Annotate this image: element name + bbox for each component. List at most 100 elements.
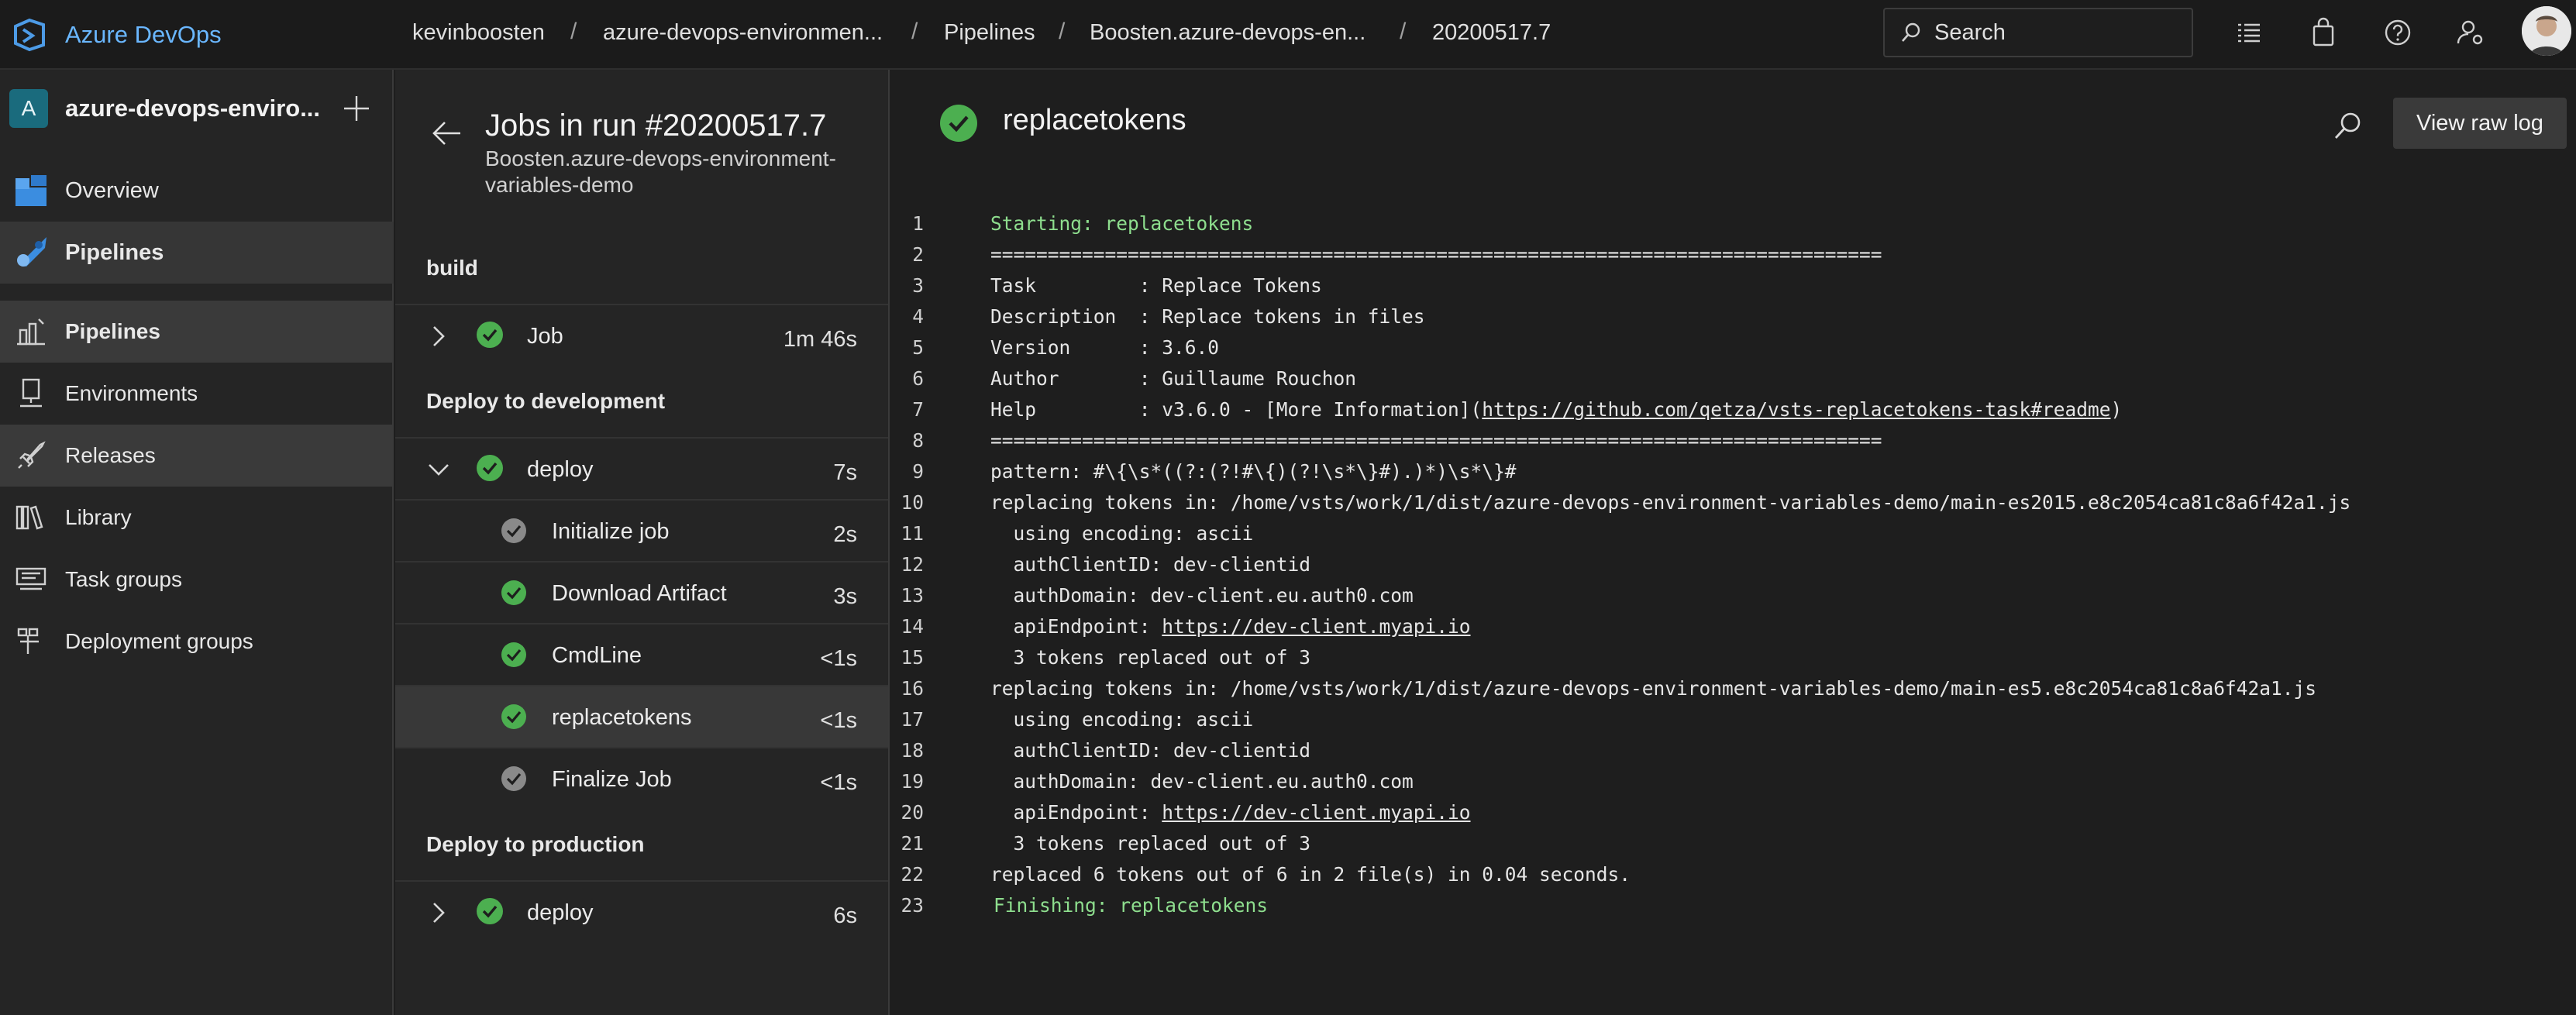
log-line-text: Author : Guillaume Rouchon: [990, 367, 1356, 390]
task-name: Initialize job: [552, 519, 670, 544]
search-box[interactable]: Search: [1883, 8, 2193, 57]
pipelines-sub-icon: [17, 318, 45, 346]
log-text: pattern: #\{\s*((?:(?!#\{)(?!\s*\}#).)*)…: [990, 460, 1517, 483]
chevron-right-icon[interactable]: [425, 899, 453, 927]
log-text: Version : 3.6.0: [990, 336, 1220, 359]
nav-environments[interactable]: Environments: [0, 363, 394, 425]
search-placeholder: Search: [1934, 19, 2006, 45]
chevron-down-icon[interactable]: [425, 456, 453, 483]
job-name: deploy: [527, 900, 594, 925]
nav-releases[interactable]: Releases: [0, 425, 394, 487]
log-panel: replacetokens View raw log 1 Starting: re…: [891, 70, 2576, 1015]
log-text: authClientID: dev-clientid: [990, 739, 1311, 762]
backlog-icon[interactable]: [2233, 17, 2264, 48]
breadcrumb-project[interactable]: azure-devops-environmen...: [603, 20, 883, 46]
library-icon: [15, 505, 43, 530]
log-line: 8 =======================================…: [891, 425, 2576, 456]
job-row-deploy-prod[interactable]: deploy 6s: [395, 880, 888, 942]
job-row-build-job[interactable]: Job 1m 46s: [395, 304, 888, 366]
breadcrumb-pipeline[interactable]: Boosten.azure-devops-en...: [1090, 20, 1365, 46]
brand[interactable]: Azure DevOps: [12, 15, 222, 54]
log-line-text: Task : Replace Tokens: [990, 274, 1322, 297]
task-row-initialize-job[interactable]: Initialize job 2s: [395, 499, 888, 561]
stage-header-production: Deploy to production: [426, 832, 645, 856]
task-duration: <1s: [820, 708, 857, 733]
log-text: using encoding: ascii: [990, 522, 1254, 545]
user-avatar-icon: [2522, 6, 2571, 56]
breadcrumb-separator: /: [911, 19, 918, 44]
log-link[interactable]: https://github.com/qetza/vsts-replacetok…: [1482, 398, 2110, 421]
breadcrumb-org[interactable]: kevinboosten: [412, 20, 545, 46]
task-name: Finalize Job: [552, 767, 672, 792]
nav-deployment-groups[interactable]: Deployment groups: [0, 611, 394, 673]
chevron-right-icon[interactable]: [425, 322, 453, 350]
overview-icon: [15, 175, 46, 206]
log-line: 9 pattern: #\{\s*((?:(?!#\{)(?!\s*\}#).)*…: [891, 456, 2576, 487]
log-line-text: using encoding: ascii: [990, 708, 1254, 731]
log-output: 1 Starting: replacetokens 2 ===============…: [891, 208, 2576, 920]
project-header[interactable]: A azure-devops-enviro...: [9, 85, 381, 132]
log-link[interactable]: https://dev-client.myapi.io: [1162, 801, 1470, 824]
breadcrumb-run[interactable]: 20200517.7: [1432, 20, 1551, 46]
success-check-icon: [501, 642, 526, 667]
log-text: Task : Replace Tokens: [990, 274, 1322, 297]
nav-label: Deployment groups: [65, 629, 253, 653]
log-line: 6 Author : Guillaume Rouchon: [891, 363, 2576, 394]
log-line-number: 15: [901, 646, 924, 669]
task-row-cmdline[interactable]: CmdLine <1s: [395, 623, 888, 685]
search-icon[interactable]: [2333, 110, 2364, 141]
log-link[interactable]: https://dev-client.myapi.io: [1162, 615, 1470, 638]
breadcrumb-pipelines[interactable]: Pipelines: [944, 20, 1035, 46]
task-row-download-artifact[interactable]: Download Artifact 3s: [395, 561, 888, 623]
nav-sub-pipelines[interactable]: Pipelines: [0, 301, 394, 363]
nav-overview[interactable]: Overview: [0, 160, 394, 222]
back-arrow-icon[interactable]: [429, 116, 463, 150]
success-check-icon: [501, 518, 526, 543]
log-line-text: authDomain: dev-client.eu.auth0.com: [990, 584, 1414, 607]
nav-pipelines[interactable]: Pipelines: [0, 222, 394, 284]
plus-icon[interactable]: [341, 93, 372, 124]
nav-label: Pipelines: [65, 239, 164, 265]
log-text: replacing tokens in: /home/vsts/work/1/d…: [990, 677, 2317, 700]
log-line-number: 5: [912, 336, 924, 359]
log-text: Description : Replace tokens in files: [990, 305, 1425, 328]
brand-name: Azure DevOps: [65, 21, 222, 48]
shopping-bag-icon[interactable]: [2308, 17, 2339, 48]
task-duration: 3s: [833, 584, 857, 609]
azure-devops-logo-icon: [14, 18, 45, 52]
log-line: 19 authDomain: dev-client.eu.auth0.com: [891, 766, 2576, 797]
log-line: 10 replacing tokens in: /home/vsts/work/1…: [891, 487, 2576, 518]
log-line-number: 21: [901, 832, 924, 855]
job-duration: 6s: [833, 903, 857, 928]
nav-library[interactable]: Library: [0, 487, 394, 549]
log-line-text: 3 tokens replaced out of 3: [990, 646, 1311, 669]
log-line-number: 9: [912, 460, 924, 483]
stage-header-build: build: [426, 256, 478, 280]
log-text: Starting: replacetokens: [990, 212, 1254, 235]
log-line-text: replacing tokens in: /home/vsts/work/1/d…: [990, 491, 2350, 514]
log-line-text: authClientID: dev-clientid: [990, 553, 1311, 576]
log-line-number: 13: [901, 584, 924, 607]
nav-task-groups[interactable]: Task groups: [0, 549, 394, 611]
job-name: Job: [527, 324, 563, 349]
top-bar: Azure DevOps kevinboosten / azure-devops…: [0, 0, 2576, 70]
stage-header-development: Deploy to development: [426, 389, 666, 413]
task-row-replacetokens[interactable]: replacetokens <1s: [395, 685, 888, 747]
jobs-subtitle: Boosten.azure-devops-environment-variabl…: [485, 146, 836, 197]
log-line: 2 =======================================…: [891, 239, 2576, 270]
breadcrumb-separator: /: [1400, 19, 1407, 44]
job-duration: 1m 46s: [783, 327, 857, 352]
task-row-finalize-job[interactable]: Finalize Job <1s: [395, 747, 888, 809]
user-settings-icon[interactable]: [2455, 17, 2486, 48]
avatar[interactable]: [2522, 6, 2571, 56]
log-text: authClientID: dev-clientid: [990, 553, 1311, 576]
job-row-deploy-dev[interactable]: deploy 7s: [395, 437, 888, 499]
view-raw-log-button[interactable]: View raw log: [2393, 98, 2567, 149]
help-icon[interactable]: [2382, 17, 2413, 48]
nav-label: Environments: [65, 381, 198, 405]
log-text: ): [2110, 398, 2123, 421]
log-line: 13 authDomain: dev-client.eu.auth0.com: [891, 580, 2576, 611]
log-line-number: 16: [901, 677, 924, 700]
job-duration: 7s: [833, 460, 857, 485]
log-line-number: 22: [901, 863, 924, 886]
